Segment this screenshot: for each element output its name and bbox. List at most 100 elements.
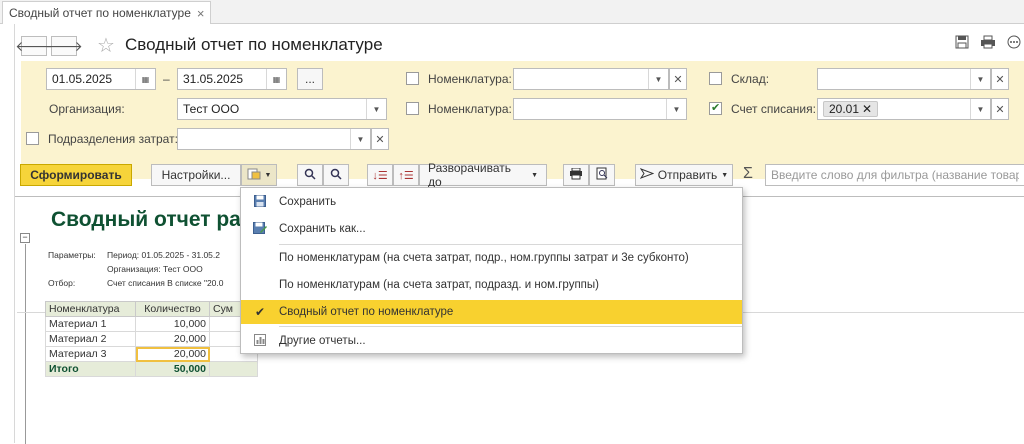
menu-separator	[279, 326, 742, 327]
org-label: Организация:	[49, 102, 125, 116]
date-from-field[interactable]: 01.05.2025 ▦	[46, 68, 156, 90]
save-icon[interactable]	[953, 35, 971, 53]
chevron-down-icon[interactable]: ▼	[648, 69, 668, 89]
warehouse-clear-button[interactable]: ✕	[991, 68, 1009, 90]
table-row[interactable]: Материал 2 20,000	[45, 331, 258, 347]
subdiv-checkbox[interactable]	[26, 132, 39, 145]
params-label: Параметры:	[48, 250, 96, 260]
chevron-down-icon[interactable]: ▼	[970, 69, 990, 89]
nom2-label: Номенклатура:	[428, 102, 512, 116]
subdiv-field[interactable]: ▼	[177, 128, 371, 150]
save-icon	[241, 194, 279, 210]
menu-item-variant-3[interactable]: ✔ Сводный отчет по номенклатуре	[241, 300, 742, 324]
account-tag-value: 20.01	[829, 102, 860, 116]
account-checkbox[interactable]	[709, 101, 722, 115]
nom2-field[interactable]: ▼	[513, 98, 687, 120]
date-to-field[interactable]: 31.05.2025 ▦	[177, 68, 287, 90]
close-icon[interactable]: ✕	[862, 102, 872, 116]
chevron-down-icon[interactable]: ▼	[350, 129, 370, 149]
chevron-down-icon[interactable]: ▼	[970, 99, 990, 119]
forward-button[interactable]: 🡒	[45, 36, 83, 56]
expand-groups-button[interactable]: ↑☰	[393, 164, 419, 186]
close-icon[interactable]: ×	[197, 6, 205, 21]
column-header: Количество	[135, 301, 210, 317]
chevron-down-icon: ▼	[531, 171, 538, 179]
account-clear-button[interactable]: ✕	[991, 98, 1009, 120]
menu-item-label: Сохранить как...	[279, 223, 366, 235]
nom1-field[interactable]: ▼	[513, 68, 669, 90]
expand-to-button[interactable]: Разворачивать до ▼	[419, 161, 547, 189]
cell-name[interactable]: Материал 3	[45, 346, 136, 362]
report-title: Сводный отчет ра	[51, 208, 241, 231]
menu-item-label: По номенклатурам (на счета затрат, подр.…	[279, 252, 689, 264]
settings-button[interactable]: Настройки...	[151, 164, 241, 186]
nom2-checkbox[interactable]	[406, 102, 419, 115]
print-preview-icon	[596, 167, 608, 183]
menu-item-save-as[interactable]: Сохранить как...	[241, 217, 742, 241]
cell-qty[interactable]: 20,000	[135, 331, 210, 347]
filter-search-input[interactable]: Введите слово для фильтра (название това…	[765, 164, 1024, 186]
print-icon	[569, 167, 583, 183]
expand-to-label: Разворачивать до	[428, 161, 511, 189]
nom1-checkbox[interactable]	[406, 72, 419, 85]
search-next-icon	[330, 168, 342, 183]
table-row[interactable]: Материал 1 10,000	[45, 316, 258, 332]
period-button[interactable]: ...	[297, 68, 323, 90]
menu-item-variant-1[interactable]: По номенклатурам (на счета затрат, подр.…	[241, 246, 742, 270]
subdiv-label: Подразделения затрат:	[48, 132, 178, 146]
variants-button[interactable]: ▼	[241, 164, 277, 186]
menu-item-label: Сводный отчет по номенклатуре	[279, 306, 454, 318]
print-button[interactable]	[563, 164, 589, 186]
tab-report[interactable]: Сводный отчет по номенклатуре ×	[2, 1, 212, 24]
preview-button[interactable]	[589, 164, 615, 186]
cell-qty-selected[interactable]: 20,000	[135, 346, 210, 362]
nom1-clear-button[interactable]: ✕	[669, 68, 687, 90]
menu-item-variant-2[interactable]: По номенклатурам (на счета затрат, подра…	[241, 273, 742, 297]
warehouse-field[interactable]: ▼	[817, 68, 991, 90]
page-title: Сводный отчет по номенклатуре	[125, 35, 383, 54]
cell-name[interactable]: Материал 1	[45, 316, 136, 332]
subdiv-clear-button[interactable]: ✕	[371, 128, 389, 150]
print-icon[interactable]	[979, 35, 997, 53]
collapse-toggle-icon[interactable]: −	[20, 233, 30, 243]
send-button[interactable]: Отправить ▼	[635, 164, 733, 186]
other-reports-icon	[241, 333, 279, 349]
report-variants-icon	[247, 168, 261, 183]
group-line	[25, 244, 26, 444]
warehouse-checkbox[interactable]	[709, 72, 722, 85]
table-row[interactable]: Материал 3 20,000	[45, 346, 258, 362]
chevron-down-icon: ▼	[264, 171, 272, 179]
chevron-down-icon: ▼	[721, 171, 729, 179]
sigma-icon[interactable]: Σ	[743, 165, 753, 183]
chevron-down-icon[interactable]: ▼	[366, 99, 386, 119]
menu-item-label: Другие отчеты...	[279, 335, 366, 347]
date-to-value: 31.05.2025	[183, 72, 244, 86]
tab-title: Сводный отчет по номенклатуре	[9, 6, 191, 20]
params-period: Период: 01.05.2025 - 31.05.2	[107, 250, 220, 260]
expand-groups-icon: ↑☰	[398, 169, 414, 182]
cell-qty[interactable]: 10,000	[135, 316, 210, 332]
filter-search-placeholder: Введите слово для фильтра (название това…	[771, 168, 1019, 182]
report-table: Номенклатура Количество Сум Материал 1 1…	[45, 301, 258, 377]
total-label: Итого	[45, 361, 136, 377]
back-button[interactable]: 🡐	[15, 36, 53, 56]
send-label: Отправить	[657, 168, 718, 182]
account-field[interactable]: 20.01 ✕ ▼	[817, 98, 991, 120]
search-next-button[interactable]	[323, 164, 349, 186]
org-field[interactable]: Тест ООО ▼	[177, 98, 387, 120]
account-tag[interactable]: 20.01 ✕	[823, 101, 879, 117]
cell-name[interactable]: Материал 2	[45, 331, 136, 347]
filter-label: Отбор:	[48, 278, 76, 288]
nom1-label: Номенклатура:	[428, 72, 512, 86]
menu-item-save[interactable]: Сохранить	[241, 190, 742, 214]
calendar-icon[interactable]: ▦	[135, 69, 155, 89]
chevron-down-icon[interactable]: ▼	[666, 99, 686, 119]
send-icon	[639, 167, 655, 182]
more-icon[interactable]	[1005, 35, 1023, 53]
menu-item-other-reports[interactable]: Другие отчеты...	[241, 329, 742, 353]
search-button[interactable]	[297, 164, 323, 186]
calendar-icon[interactable]: ▦	[266, 69, 286, 89]
star-icon[interactable]: ☆	[97, 33, 115, 58]
collapse-groups-button[interactable]: ↓☰	[367, 164, 393, 186]
generate-button[interactable]: Сформировать	[20, 164, 132, 186]
